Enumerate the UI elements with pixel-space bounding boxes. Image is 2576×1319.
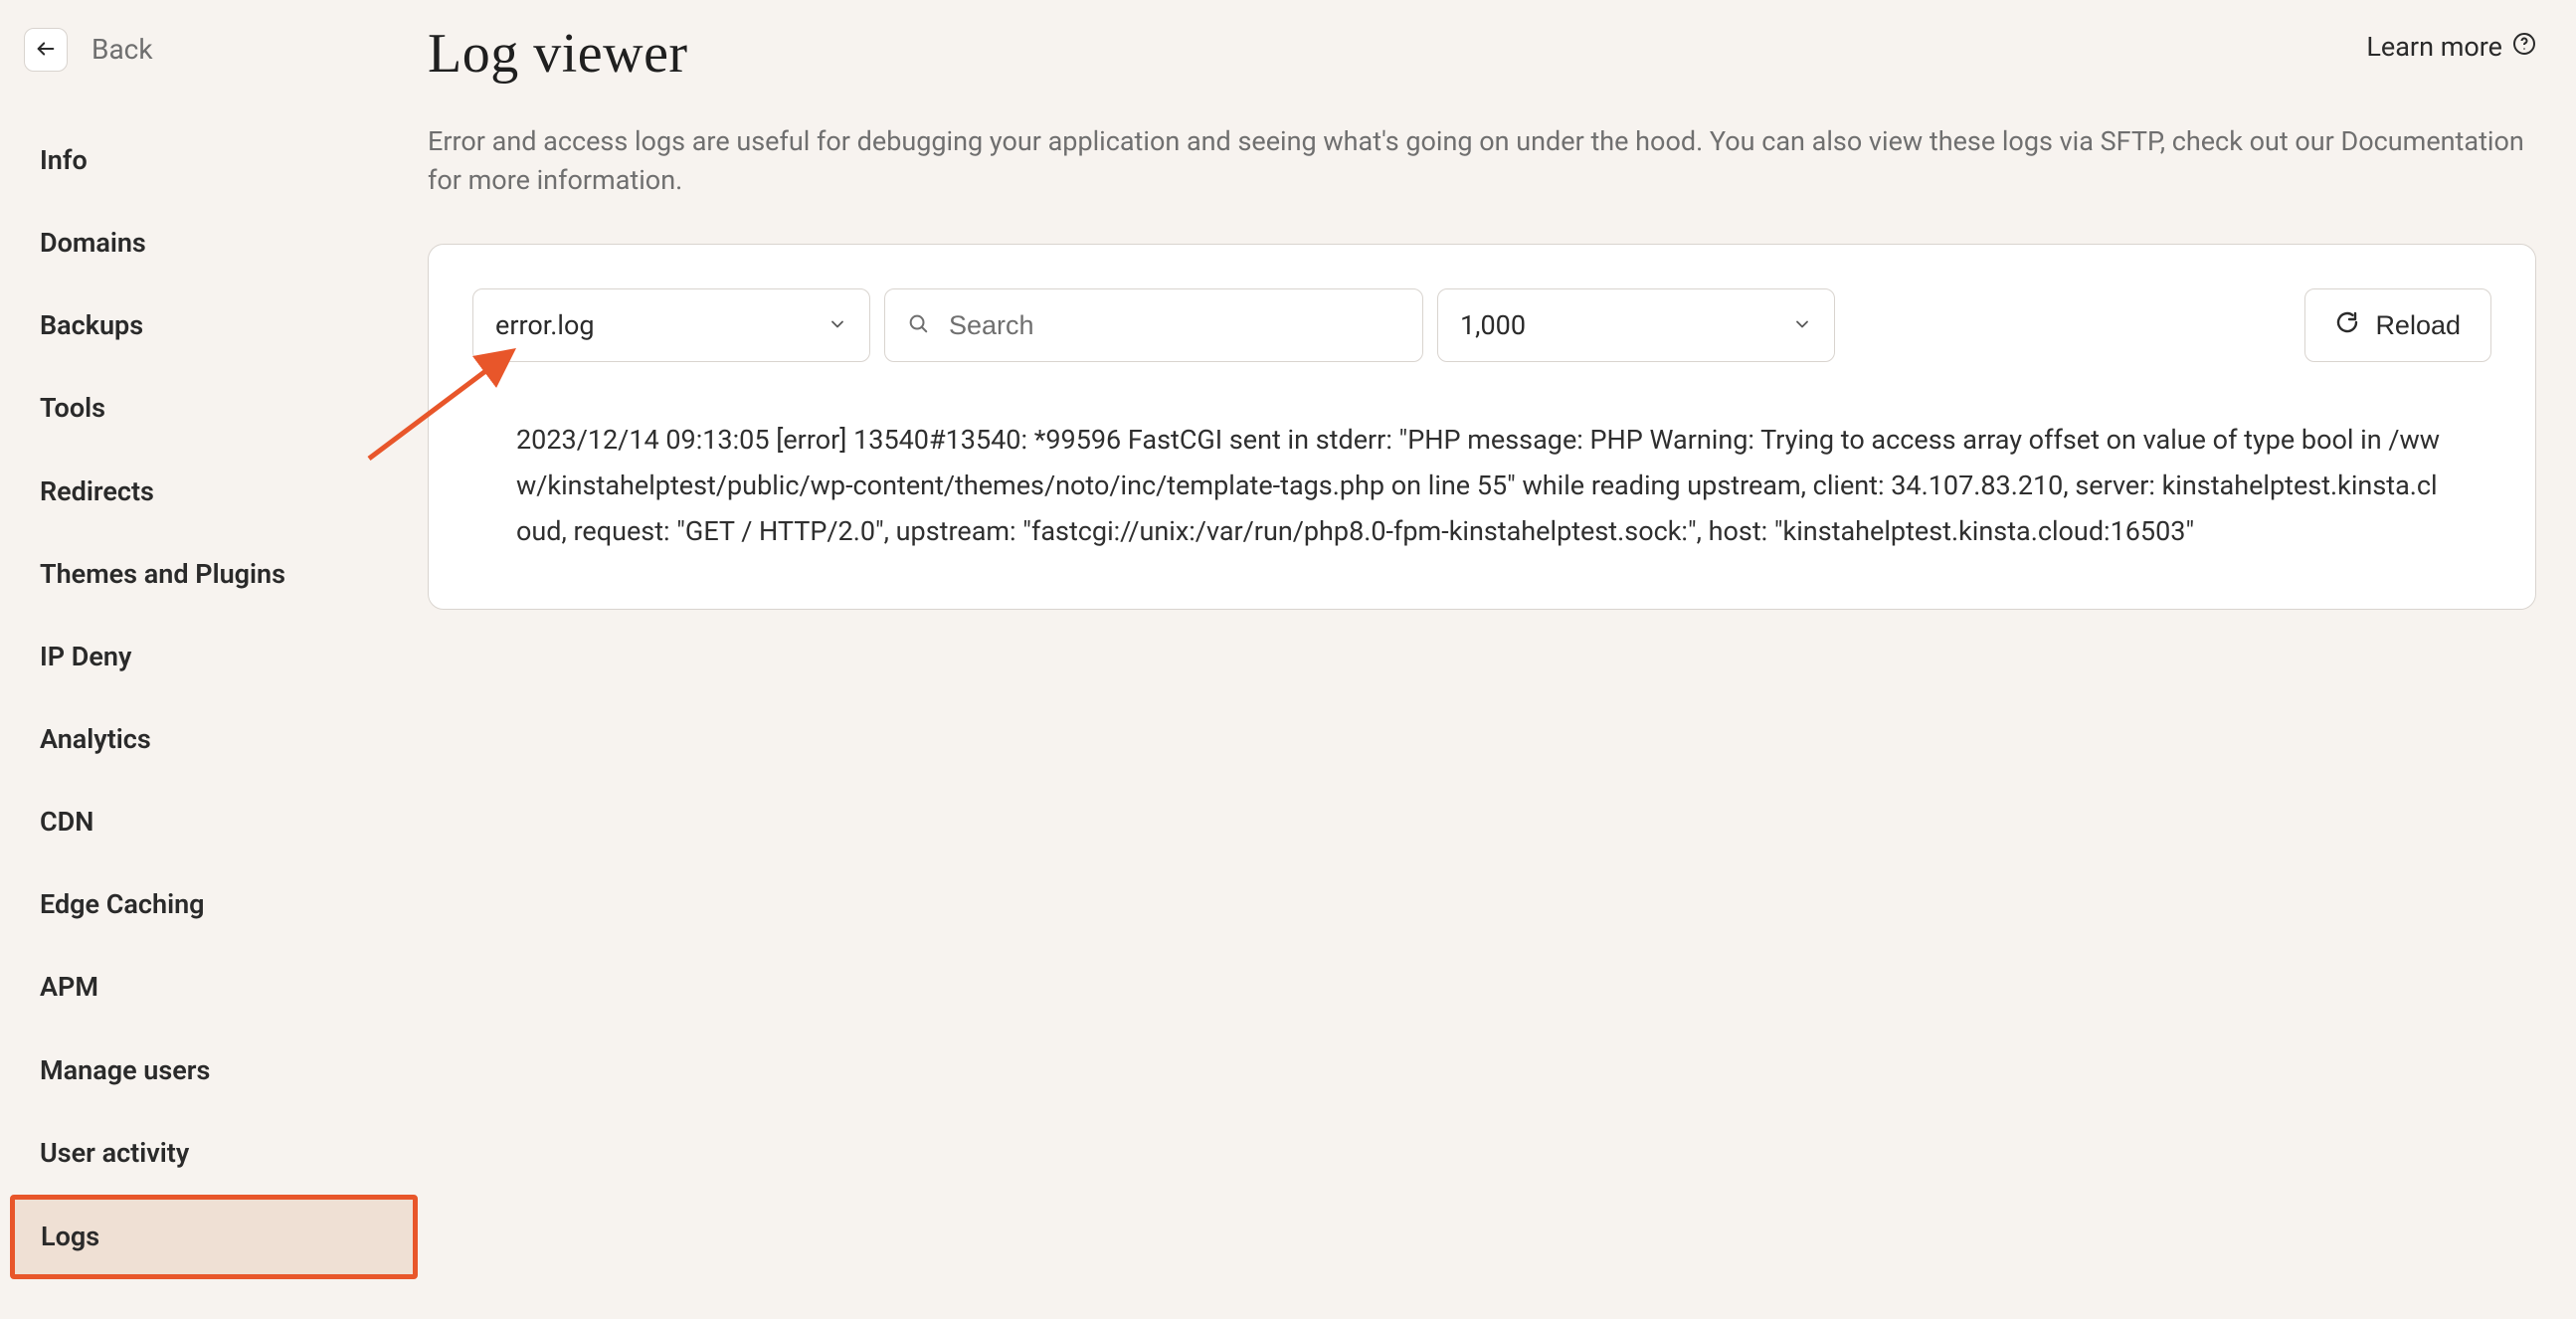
back-row: Back	[0, 28, 428, 119]
back-button[interactable]	[24, 28, 68, 72]
reload-label: Reload	[2375, 310, 2461, 341]
sidebar-nav: InfoDomainsBackupsToolsRedirectsThemes a…	[0, 119, 428, 1279]
reload-button[interactable]: Reload	[2304, 288, 2491, 362]
sidebar: Back InfoDomainsBackupsToolsRedirectsThe…	[0, 0, 428, 1319]
learn-more-link[interactable]: Learn more	[2366, 14, 2536, 67]
search-icon	[907, 306, 929, 345]
sidebar-item-themes-and-plugins[interactable]: Themes and Plugins	[0, 533, 422, 616]
learn-more-label: Learn more	[2366, 28, 2502, 67]
header-row: Log viewer Learn more	[428, 14, 2536, 94]
reload-icon	[2335, 310, 2359, 341]
sidebar-item-cdn[interactable]: CDN	[0, 781, 422, 863]
log-file-select[interactable]: error.log	[472, 288, 870, 362]
controls-row: error.log 1,000	[472, 288, 2491, 362]
log-entry: 2023/12/14 09:13:05 [error] 13540#13540:…	[516, 418, 2448, 555]
lines-count-value: 1,000	[1460, 306, 1526, 345]
search-input[interactable]	[947, 309, 1400, 342]
back-label: Back	[92, 30, 153, 71]
search-field-wrapper	[884, 288, 1423, 362]
sidebar-item-apm[interactable]: APM	[0, 946, 422, 1029]
main-content: Log viewer Learn more Error and access l…	[428, 0, 2576, 1319]
lines-count-select[interactable]: 1,000	[1437, 288, 1835, 362]
sidebar-item-logs[interactable]: Logs	[10, 1195, 418, 1279]
page-description: Error and access logs are useful for deb…	[428, 122, 2536, 200]
log-output: 2023/12/14 09:13:05 [error] 13540#13540:…	[472, 418, 2491, 555]
sidebar-item-redirects[interactable]: Redirects	[0, 451, 422, 533]
sidebar-item-tools[interactable]: Tools	[0, 367, 422, 450]
log-viewer-card: error.log 1,000	[428, 244, 2536, 610]
sidebar-item-analytics[interactable]: Analytics	[0, 698, 422, 781]
sidebar-item-ip-deny[interactable]: IP Deny	[0, 616, 422, 698]
app-root: Back InfoDomainsBackupsToolsRedirectsThe…	[0, 0, 2576, 1319]
sidebar-item-info[interactable]: Info	[0, 119, 422, 202]
chevron-down-icon	[828, 306, 847, 345]
page-title: Log viewer	[428, 14, 688, 94]
chevron-down-icon	[1792, 306, 1812, 345]
sidebar-item-backups[interactable]: Backups	[0, 284, 422, 367]
log-file-selected-value: error.log	[495, 306, 595, 345]
sidebar-item-manage-users[interactable]: Manage users	[0, 1030, 422, 1112]
sidebar-item-edge-caching[interactable]: Edge Caching	[0, 863, 422, 946]
help-icon	[2512, 28, 2536, 67]
sidebar-item-user-activity[interactable]: User activity	[0, 1112, 422, 1195]
arrow-left-icon	[35, 38, 57, 63]
sidebar-item-domains[interactable]: Domains	[0, 202, 422, 284]
